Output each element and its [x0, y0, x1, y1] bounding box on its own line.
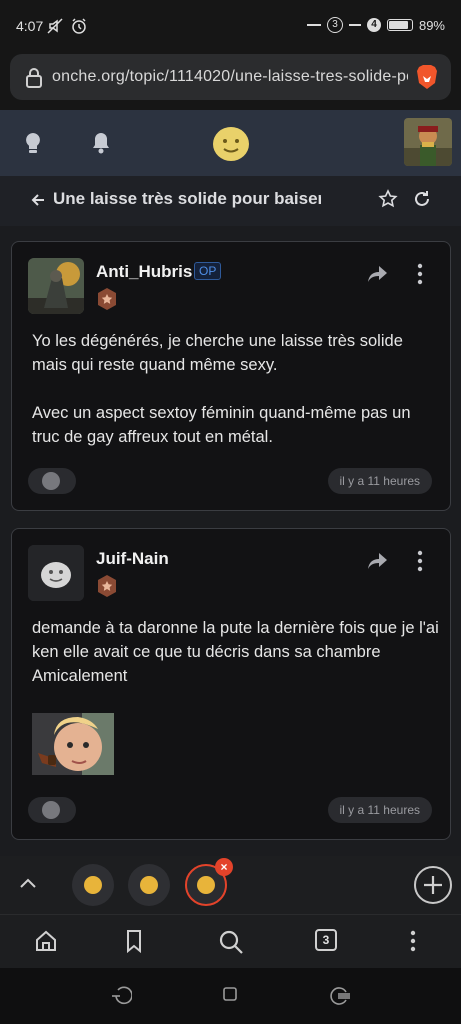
favicon-icon — [84, 876, 102, 894]
post-paragraph: Amicalement — [32, 667, 128, 685]
system-navigation-bar — [0, 968, 461, 1024]
browser-toolbar: onche.org/topic/1114020/une-laisse-tres-… — [0, 52, 461, 110]
search-icon[interactable] — [218, 929, 244, 955]
post-card: Juif-Nain demande à ta daronne la pute l… — [11, 528, 451, 840]
topic-content: Anti_Hubris OP Yo les dégénérés, je cher… — [0, 226, 461, 856]
star-icon[interactable] — [378, 189, 398, 209]
author-name[interactable]: Anti_Hubris — [96, 262, 192, 282]
post-timestamp: il y a 11 heures — [327, 468, 432, 494]
notification-count-badge: 3 — [326, 17, 343, 33]
url-text[interactable]: onche.org/topic/1114020/une-laisse-tres-… — [52, 68, 408, 86]
post-paragraph: Avec un aspect sextoy féminin quand-même… — [32, 404, 411, 446]
author-avatar[interactable] — [28, 258, 84, 314]
browser-bottom-nav: 3 — [0, 914, 461, 968]
lock-icon — [26, 68, 42, 88]
refresh-icon[interactable] — [412, 189, 432, 209]
system-back-icon[interactable] — [110, 986, 132, 1006]
post-body: demande à ta daronne la pute la dernière… — [32, 616, 444, 688]
status-left-icons — [46, 17, 88, 35]
share-icon[interactable] — [366, 551, 388, 571]
reaction-button[interactable] — [28, 797, 76, 823]
more-options-icon[interactable] — [412, 262, 428, 286]
home-icon[interactable] — [34, 929, 58, 953]
status-bar: 4:07 3 4 89% — [0, 0, 461, 52]
share-icon[interactable] — [366, 264, 388, 284]
close-tab-icon[interactable]: × — [215, 858, 233, 876]
op-badge: OP — [194, 262, 222, 280]
battery-percent: 89% — [418, 17, 445, 33]
tab-thumbnail[interactable] — [128, 864, 170, 906]
chevron-up-icon[interactable] — [18, 874, 38, 894]
bell-icon[interactable] — [90, 131, 112, 155]
post-timestamp: il y a 11 heures — [327, 797, 432, 823]
topic-title: Une laisse très solide pour baiser — [53, 189, 321, 208]
reaction-button[interactable] — [28, 468, 76, 494]
system-recents-icon[interactable] — [328, 986, 352, 1006]
address-bar[interactable]: onche.org/topic/1114020/une-laisse-tres-… — [10, 54, 451, 100]
rank-badge-icon — [98, 288, 116, 310]
rank-badge-icon — [98, 575, 116, 597]
key-icon — [306, 24, 321, 26]
lightbulb-icon[interactable] — [22, 131, 44, 155]
site-header — [0, 110, 461, 176]
sim-badge: 4 — [366, 18, 381, 32]
dash-icon — [348, 24, 361, 26]
tab-thumbnail[interactable] — [72, 864, 114, 906]
bookmark-icon[interactable] — [124, 929, 144, 953]
favicon-icon — [140, 876, 158, 894]
topic-header: Une laisse très solide pour baiser — [0, 176, 461, 226]
tab-strip: × — [0, 856, 461, 914]
site-logo-icon[interactable] — [212, 126, 250, 162]
system-home-icon[interactable] — [222, 986, 238, 1002]
phone-screen: 4:07 3 4 89% onche.org/topic/1114020/une… — [0, 0, 461, 1024]
status-right-icons: 3 4 89% — [306, 17, 445, 33]
battery-icon — [386, 19, 413, 31]
tab-thumbnail-active[interactable]: × — [185, 858, 233, 906]
new-tab-button[interactable] — [414, 866, 452, 904]
author-avatar[interactable] — [28, 545, 84, 601]
post-card: Anti_Hubris OP Yo les dégénérés, je cher… — [11, 241, 451, 511]
tab-count-button[interactable]: 3 — [315, 929, 337, 951]
status-time: 4:07 — [16, 18, 44, 34]
post-paragraph: demande à ta daronne la pute la dernière… — [32, 619, 439, 661]
post-body: Yo les dégénérés, je cherche une laisse … — [32, 329, 442, 473]
mute-icon — [47, 18, 63, 34]
menu-icon[interactable] — [404, 929, 422, 953]
brave-lion-icon[interactable] — [415, 64, 439, 90]
favicon-icon — [197, 876, 215, 894]
post-paragraph: Yo les dégénérés, je cherche une laisse … — [32, 332, 403, 374]
user-avatar[interactable] — [404, 118, 452, 166]
author-name[interactable]: Juif-Nain — [96, 549, 169, 569]
back-arrow-icon[interactable] — [30, 192, 46, 208]
sticker-image — [32, 713, 114, 775]
alarm-icon — [72, 18, 86, 34]
more-options-icon[interactable] — [412, 549, 428, 573]
